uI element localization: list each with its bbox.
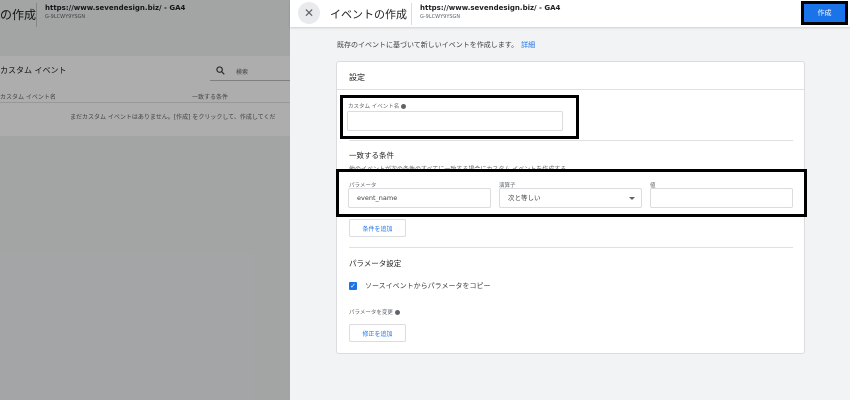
section-divider [349, 247, 793, 248]
modal-scrim[interactable] [0, 0, 290, 400]
description-text: 既存のイベントに基づいて新しいイベントを作成します。 [337, 41, 519, 49]
panel-site-name: https://www.sevendesign.biz/ - GA4 [420, 4, 561, 12]
panel-property-id: G-9LCWY9YSGN [420, 14, 461, 20]
panel-description: 既存のイベントに基づいて新しいイベントを作成します。 詳細 [337, 40, 535, 50]
create-event-panel: ✕ イベントの作成 https://www.sevendesign.biz/ -… [290, 0, 850, 400]
modify-parameters-label: パラメータを変更 [349, 308, 400, 316]
highlight-box-event-name [340, 95, 579, 139]
panel-header: ✕ イベントの作成 https://www.sevendesign.biz/ -… [290, 0, 850, 27]
create-button[interactable]: 作成 [801, 1, 848, 25]
settings-title: 設定 [349, 73, 365, 82]
panel-title: イベントの作成 [330, 8, 407, 21]
settings-card: 設定 カスタム イベント名 一致する条件 他のイベントが次の条件のすべてに一致す… [336, 61, 807, 354]
parameter-settings-title: パラメータ設定 [349, 259, 402, 268]
details-link[interactable]: 詳細 [521, 41, 535, 49]
match-conditions-title: 一致する条件 [349, 151, 394, 160]
copy-parameters-checkbox[interactable]: ✓ [349, 282, 357, 290]
info-icon[interactable] [394, 310, 400, 315]
close-button[interactable]: ✕ [298, 2, 320, 24]
add-modification-button[interactable]: 修正を追加 [349, 324, 406, 342]
settings-title-divider [337, 89, 804, 90]
highlight-box-conditions [336, 169, 807, 217]
copy-parameters-label[interactable]: ソースイベントからパラメータをコピー [365, 281, 490, 291]
panel-header-divider [411, 3, 412, 25]
section-divider [349, 140, 793, 141]
check-icon: ✓ [350, 282, 356, 290]
add-condition-button[interactable]: 条件を追加 [349, 219, 406, 237]
modify-parameters-label-text: パラメータを変更 [349, 310, 393, 316]
close-icon: ✕ [303, 6, 315, 20]
